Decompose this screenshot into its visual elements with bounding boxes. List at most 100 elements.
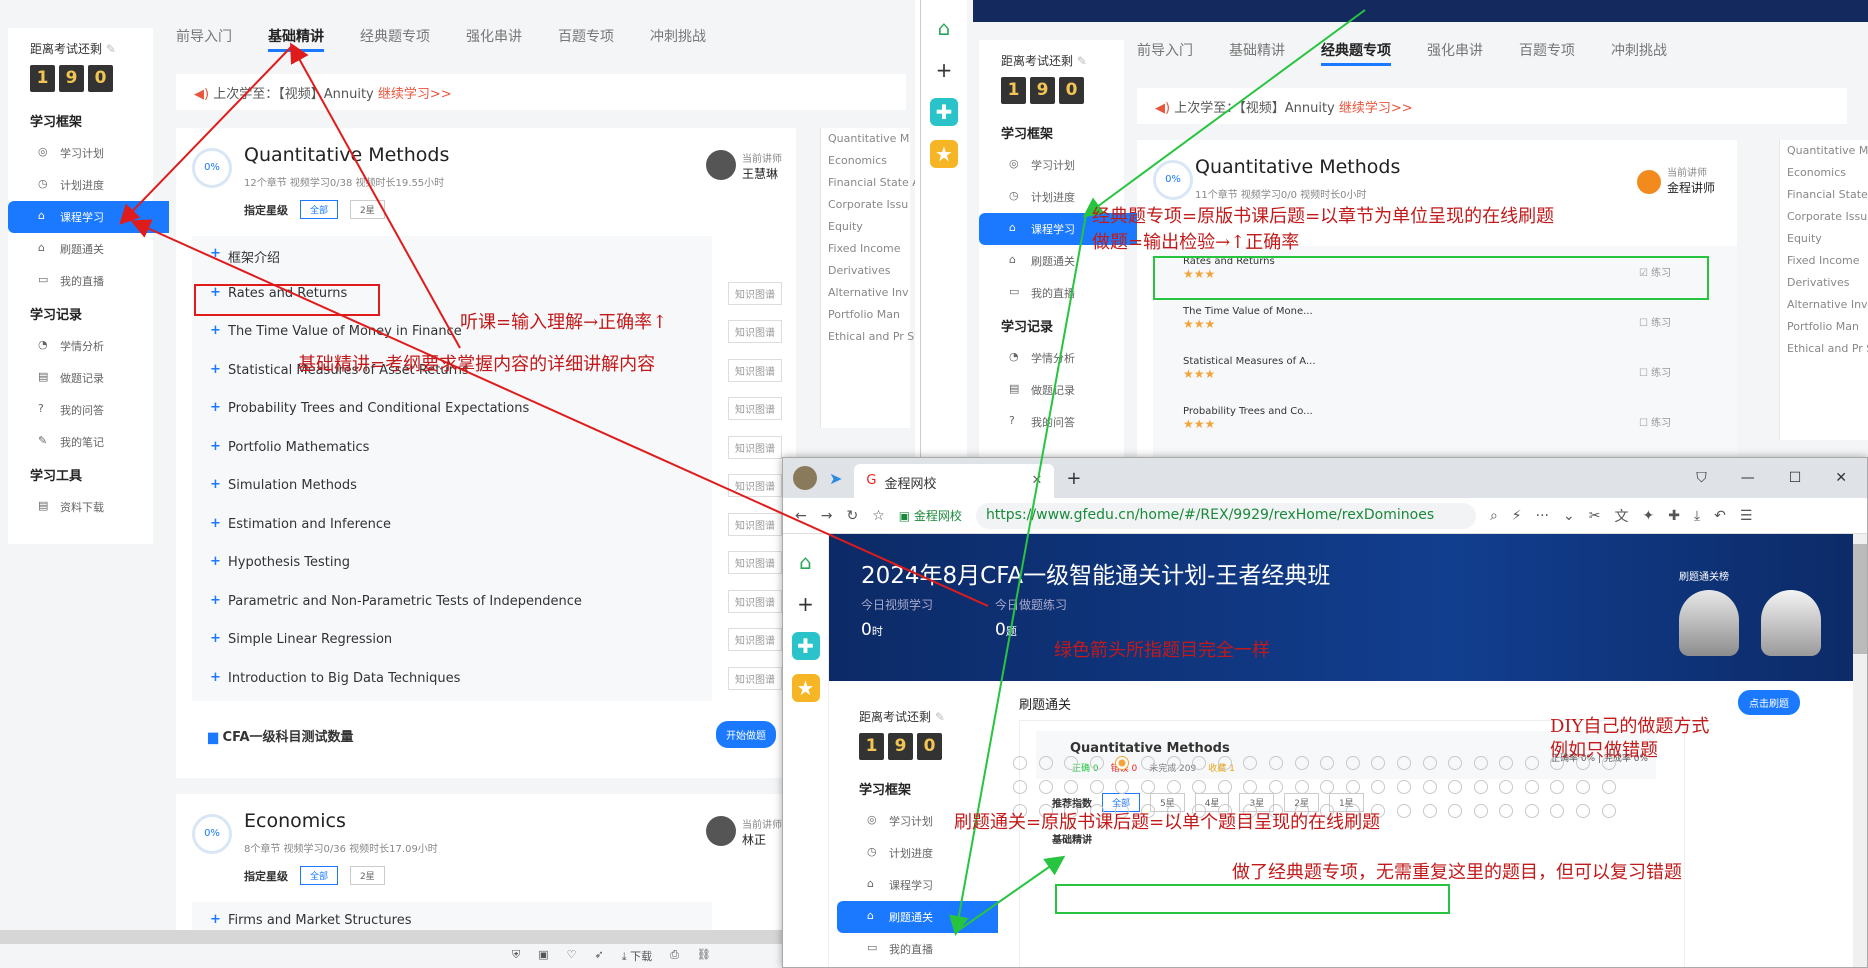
new-tab-icon[interactable]: +	[1066, 468, 1081, 489]
back-icon[interactable]: ←	[795, 508, 807, 524]
tab-basic[interactable]: 基础精讲	[1229, 40, 1285, 66]
practice-link[interactable]: ☐ 练习	[1639, 414, 1671, 429]
tab-review[interactable]: 强化串讲	[466, 26, 522, 52]
question-dot[interactable]	[1115, 756, 1130, 770]
question-dot[interactable]	[1499, 756, 1514, 770]
subject-item[interactable]: Economics	[821, 150, 910, 172]
subject-item[interactable]: Fixed Income	[1780, 250, 1868, 272]
question-dot[interactable]	[1038, 756, 1053, 770]
star-icon[interactable]: ★	[930, 140, 958, 168]
sidebar-item-qa[interactable]: ? 我的问答	[979, 406, 1124, 438]
chapter-item[interactable]: + 框架介绍	[192, 236, 712, 275]
tab-sprint[interactable]: 冲刺挑战	[1611, 40, 1667, 66]
level-2[interactable]: 2星	[350, 200, 385, 219]
sidebar-item-practice[interactable]: ⌂ 刷题通关	[8, 233, 153, 265]
tab-intro[interactable]: 前导入门	[1137, 40, 1193, 66]
tab-classic[interactable]: 经典题专项	[1321, 40, 1391, 66]
question-dot[interactable]	[1601, 780, 1616, 794]
chapter-item[interactable]: + Probability Trees and Conditional Expec…	[192, 390, 782, 429]
level-all[interactable]: 全部	[300, 866, 339, 885]
forward-icon[interactable]: →	[821, 508, 833, 524]
chapter-item[interactable]: + Parametric and Non-Parametric Tests of …	[192, 583, 782, 622]
telegram-icon[interactable]: ➤	[829, 469, 842, 488]
level-all[interactable]: 全部	[300, 200, 339, 219]
sidebar-item-live[interactable]: ▭ 我的直播	[837, 933, 982, 965]
tab-hundred[interactable]: 百题专项	[558, 26, 614, 52]
sidebar-item-records[interactable]: ▤ 做题记录	[8, 362, 153, 394]
question-dot[interactable]	[1089, 756, 1104, 770]
question-dot[interactable]	[1550, 780, 1565, 794]
question-dot[interactable]	[1320, 756, 1335, 770]
subject-item[interactable]: Derivatives	[1780, 272, 1868, 294]
exercise-item[interactable]: Statistical Measures of A... ★★★ ☐ 练习	[1183, 356, 1723, 400]
minimize-icon[interactable]: —	[1741, 470, 1755, 486]
subject-item[interactable]: Ethical and Pr Standards	[1780, 338, 1868, 360]
browser-tab[interactable]: G 金程网校 ✕	[854, 464, 1055, 498]
subject-item[interactable]: Equity	[821, 216, 910, 238]
sidebar-item-practice[interactable]: ⌂ 刷题通关	[837, 901, 998, 933]
start-practice-button[interactable]: 点击刷题	[1738, 690, 1800, 715]
sidebar-item-records[interactable]: ▤ 做题记录	[979, 374, 1124, 406]
question-dot[interactable]	[1473, 804, 1488, 818]
sidebar-item-plan[interactable]: ◎ 学习计划	[979, 149, 1124, 181]
sidebar-item-live[interactable]: ▭ 我的直播	[979, 277, 1124, 309]
subject-item[interactable]: Alternative Inv	[821, 282, 910, 304]
knowledge-map-button[interactable]: 知识图谱	[728, 281, 782, 305]
chevron-down-icon[interactable]: ⌄	[1563, 508, 1575, 524]
sidebar-item-analysis[interactable]: ◔ 学情分析	[8, 330, 153, 362]
subject-item[interactable]: Financial State Analysis	[1780, 184, 1868, 206]
translate-icon[interactable]: 文	[1614, 506, 1628, 526]
subject-item[interactable]: Equity	[1780, 228, 1868, 250]
heart-icon[interactable]: ♡	[567, 948, 577, 964]
tab-intro[interactable]: 前导入门	[176, 26, 232, 52]
start-test-button[interactable]: 开始做题	[716, 721, 776, 748]
subject-item[interactable]: Ethical and Pr Standards	[821, 326, 915, 348]
chapter-item[interactable]: + Estimation and Inference 知识图谱	[192, 506, 782, 545]
maximize-icon[interactable]: ☐	[1789, 470, 1802, 486]
question-dot[interactable]	[1499, 780, 1514, 794]
star-bookmark-icon[interactable]: ☆	[872, 508, 885, 524]
subject-item[interactable]: Fixed Income	[821, 238, 910, 260]
more-icon[interactable]: ···	[1536, 508, 1549, 524]
tab-basic[interactable]: 基础精讲	[268, 26, 324, 52]
knowledge-map-button[interactable]: 知识图谱	[728, 397, 782, 420]
knowledge-map-button[interactable]: 知识图谱	[728, 589, 782, 613]
subject-item[interactable]: Economics	[1780, 162, 1868, 184]
exercise-item[interactable]: Probability Trees and Co... ★★★ ☐ 练习	[1183, 406, 1723, 450]
exercise-item[interactable]: The Time Value of Mone... ★★★ ☐ 练习	[1183, 306, 1723, 350]
rocket-icon[interactable]: ➶	[595, 948, 604, 964]
search-icon[interactable]: ⌕	[1490, 508, 1498, 524]
sidebar-item-download[interactable]: ▤ 资料下载	[8, 491, 153, 523]
question-dot[interactable]	[1345, 756, 1360, 770]
subject-item[interactable]: Derivatives	[821, 260, 910, 282]
knowledge-map-button[interactable]: 知识图谱	[728, 320, 782, 343]
question-dot[interactable]	[1294, 780, 1309, 794]
sidebar-item-progress[interactable]: ◷ 计划进度	[8, 169, 153, 201]
question-dot[interactable]	[1268, 756, 1283, 770]
horizontal-scrollbar[interactable]	[0, 930, 915, 944]
question-dot[interactable]	[1064, 780, 1079, 794]
sidebar-item-course[interactable]: ⌂ 课程学习	[837, 869, 982, 901]
plus-icon[interactable]: +	[792, 590, 820, 618]
knowledge-map-button[interactable]: 知识图谱	[728, 435, 782, 459]
subject-item[interactable]: Portfolio Man	[821, 304, 910, 326]
subject-item[interactable]: Quantitative M	[1780, 140, 1868, 162]
tab-review[interactable]: 强化串讲	[1427, 40, 1483, 66]
question-dot[interactable]	[1268, 780, 1283, 794]
question-dot[interactable]	[1243, 756, 1258, 770]
profile-avatar[interactable]	[793, 466, 817, 490]
menu-icon[interactable]: ☰	[1740, 508, 1753, 524]
level-2[interactable]: 2星	[350, 866, 385, 885]
close-window-icon[interactable]: ✕	[1835, 470, 1847, 486]
question-dot[interactable]	[1064, 756, 1079, 770]
sidebar-item-plan[interactable]: ◎ 学习计划	[8, 137, 153, 169]
subject-item[interactable]: Quantitative M	[821, 128, 910, 150]
question-dot[interactable]	[1140, 756, 1155, 770]
question-dot[interactable]	[1396, 756, 1411, 770]
tab-classic[interactable]: 经典题专项	[360, 26, 430, 52]
address-bar[interactable]: https://www.gfedu.cn/home/#/REX/9929/rex…	[975, 502, 1476, 529]
question-dot[interactable]	[1166, 756, 1181, 770]
chapter-item[interactable]: + Hypothesis Testing 知识图谱	[192, 544, 782, 583]
question-dot[interactable]	[1473, 756, 1488, 770]
question-dot[interactable]	[1140, 780, 1155, 794]
